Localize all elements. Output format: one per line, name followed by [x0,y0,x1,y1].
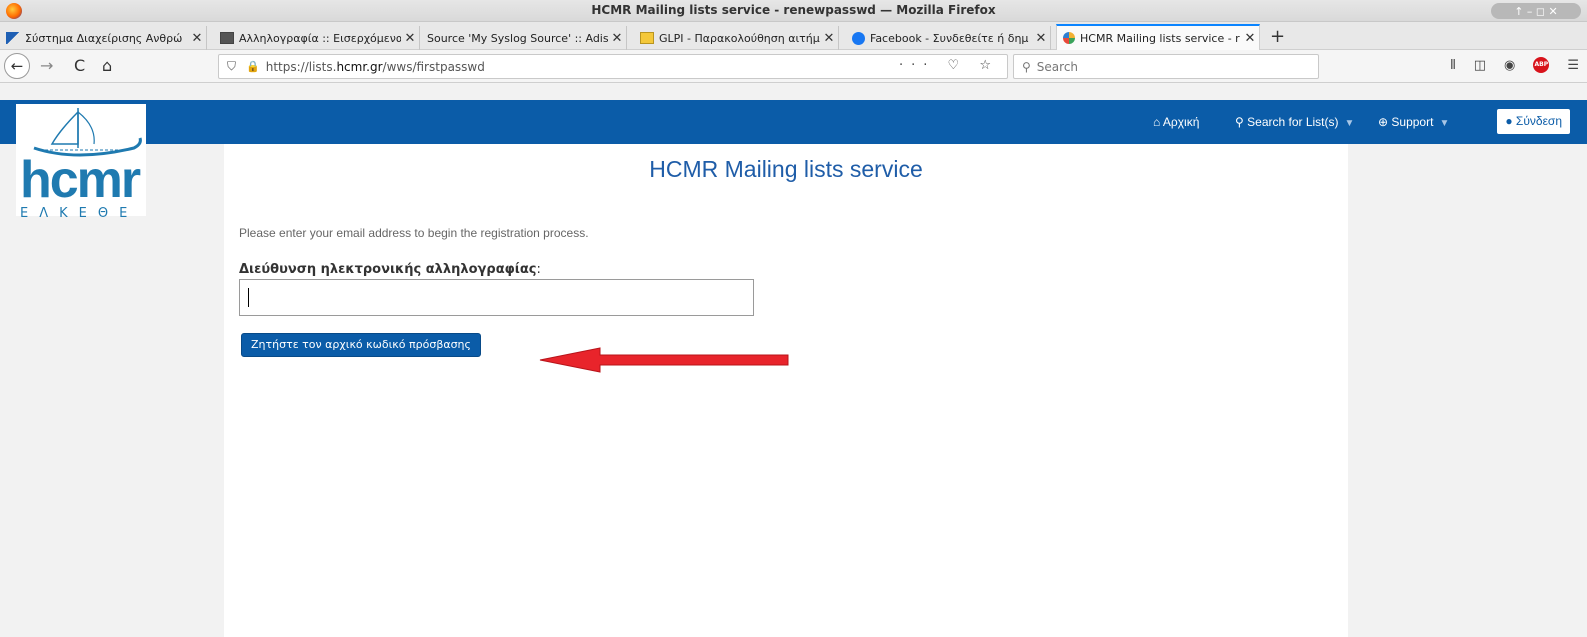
reload-button[interactable]: C [74,56,85,75]
email-label: Διεύθυνση ηλεκτρονικής αλληλογραφίας: [239,262,541,277]
tab-label: GLPI - Παρακολούθηση αιτήμ [659,31,820,45]
tab-close-icon[interactable]: ✕ [188,31,206,46]
tab-hcmr-lists[interactable]: HCMR Mailing lists service - r ✕ [1056,24,1260,50]
facebook-icon [852,31,865,45]
red-arrow-annotation [539,347,789,373]
site-navbar: ⌂ Αρχική ⚲ Search for List(s) ▼ ⊕ Support… [0,100,1587,144]
window-controls[interactable]: ↑ – ◻ ✕ [1491,3,1581,19]
tab-syslog[interactable]: Source 'My Syslog Source' :: Adis ✕ [421,26,627,50]
main-content: HCMR Mailing lists service Please enter … [224,144,1348,637]
tab-facebook[interactable]: Facebook - Συνδεθείτε ή δημ ✕ [846,26,1051,50]
caret-down-icon: ▼ [1439,118,1450,129]
home-button[interactable]: ⌂ [102,56,112,75]
logo-subtitle: ΕΛΚΕΘΕ [20,206,139,221]
caret-down-icon: ▼ [1344,118,1355,129]
nav-home-link[interactable]: ⌂ Αρχική [1153,115,1199,129]
toolbar-icons: ⫴ ◫ ◉ ABP ☰ [1450,57,1579,73]
page-actions[interactable]: ··· ♡ ☆ [899,58,999,73]
browser-navbar: ← → C ⌂ ⛉ 🔒 https://lists.hcmr.gr/wws/fi… [0,50,1587,83]
blue-flag-icon [6,32,20,44]
window-titlebar: HCMR Mailing lists service - renewpasswd… [0,0,1587,22]
request-password-button[interactable]: Ζητήστε τον αρχικό κωδικό πρόσβασης [241,333,481,357]
search-input[interactable]: ⚲ Search [1013,54,1319,79]
nav-search-lists-link[interactable]: ⚲ Search for List(s) ▼ [1235,115,1354,129]
tab-label: Source 'My Syslog Source' :: Adis [427,31,608,45]
text-cursor [248,288,249,307]
tab-close-icon[interactable]: ✕ [1241,31,1259,46]
adblock-icon[interactable]: ABP [1533,57,1550,73]
search-icon: ⚲ [1022,59,1031,74]
glpi-icon [640,32,654,44]
tab-bar: Σύστημα Διαχείρισης Ανθρώ ✕ Αλληλογραφία… [0,22,1587,50]
tab-label: Σύστημα Διαχείρισης Ανθρώ [25,31,183,45]
sympa-icon [1063,32,1075,44]
tab-mail[interactable]: Αλληλογραφία :: Εισερχόμενα ✕ [214,26,420,50]
web-page: ⌂ Αρχική ⚲ Search for List(s) ▼ ⊕ Support… [0,84,1587,637]
lifebuoy-icon: ⊕ [1378,115,1389,129]
tab-hr-system[interactable]: Σύστημα Διαχείρισης Ανθρώ ✕ [0,26,207,50]
url-bar[interactable]: ⛉ 🔒 https://lists.hcmr.gr/wws/firstpassw… [218,54,1008,79]
nav-support-link[interactable]: ⊕ Support ▼ [1378,115,1449,129]
site-logo[interactable]: hcmr ΕΛΚΕΘΕ [16,104,146,221]
home-icon: ⌂ [1153,115,1161,129]
tab-label: Αλληλογραφία :: Εισερχόμενα [239,31,401,45]
account-icon[interactable]: ◉ [1504,58,1515,73]
search-icon: ⚲ [1235,115,1244,129]
tab-label: HCMR Mailing lists service - r [1080,31,1240,45]
tab-close-icon[interactable]: ✕ [608,31,626,46]
library-icon[interactable]: ⫴ [1450,58,1455,73]
forward-button[interactable]: → [40,56,53,75]
tab-close-icon[interactable]: ✕ [820,31,838,46]
back-button[interactable]: ← [4,53,30,79]
user-icon: ● [1505,114,1513,128]
logo-text: hcmr [20,151,141,209]
email-field[interactable] [239,279,754,316]
tab-glpi[interactable]: GLPI - Παρακολούθηση αιτήμ ✕ [634,26,839,50]
page-title: HCMR Mailing lists service [649,156,923,182]
search-placeholder: Search [1036,59,1079,74]
tracking-shield-icon[interactable]: ⛉ [227,59,236,74]
url-text[interactable]: https://lists.hcmr.gr/wws/firstpasswd [266,60,485,74]
new-tab-button[interactable]: + [1270,26,1285,47]
menu-icon[interactable]: ☰ [1567,58,1579,73]
tab-close-icon[interactable]: ✕ [1032,31,1050,46]
sidebar-icon[interactable]: ◫ [1474,58,1486,73]
login-button[interactable]: ● Σύνδεση [1497,109,1570,134]
window-title: HCMR Mailing lists service - renewpasswd… [591,3,996,17]
mail-icon [220,32,234,44]
tab-close-icon[interactable]: ✕ [401,31,419,46]
tab-label: Facebook - Συνδεθείτε ή δημ [870,31,1029,45]
lock-icon[interactable]: 🔒 [246,60,260,73]
intro-text: Please enter your email address to begin… [239,226,589,240]
